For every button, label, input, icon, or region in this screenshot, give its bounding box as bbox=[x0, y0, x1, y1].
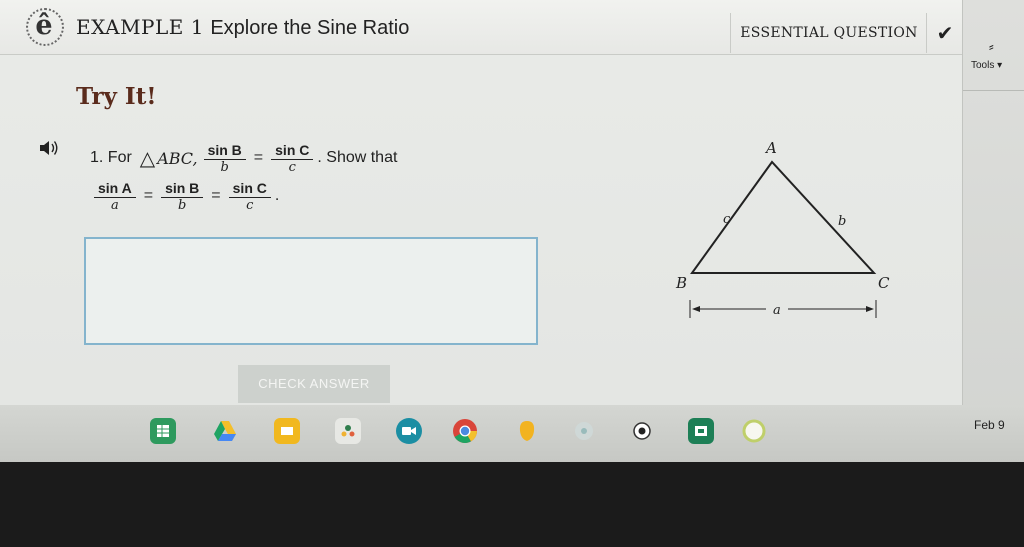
fraction-sinb-over-b: sin B b bbox=[161, 179, 204, 213]
keep-app-icon[interactable] bbox=[514, 418, 540, 444]
taskbar-shelf: Feb 9 bbox=[0, 405, 1024, 462]
drive-app-icon[interactable] bbox=[212, 418, 238, 444]
speaker-icon[interactable] bbox=[38, 138, 60, 163]
problem-line-1: 1. For △ ABC, sin B b = sin C c . Show t… bbox=[90, 141, 397, 175]
app-logo-icon[interactable]: ê bbox=[26, 8, 64, 46]
fraction-sinb-over-b: sin B b bbox=[203, 141, 246, 175]
frac-den: b bbox=[178, 198, 187, 213]
side-a-label: a bbox=[773, 303, 781, 318]
arrow-right-icon bbox=[866, 306, 874, 312]
arrow-left-icon bbox=[692, 306, 700, 312]
title-example: EXAMPLE 1 bbox=[76, 15, 204, 39]
vertex-c-label: C bbox=[878, 274, 890, 292]
frac-num: sin B bbox=[161, 179, 204, 198]
triangle-name: ABC, bbox=[157, 148, 198, 168]
tools-panel: ⸗ Tools ▾ bbox=[962, 0, 1024, 462]
frac-num: sin A bbox=[94, 179, 136, 198]
logo-ring bbox=[26, 8, 64, 46]
tools-icon[interactable]: ⸗ bbox=[989, 38, 994, 55]
period: . bbox=[274, 187, 280, 204]
side-c-label: c bbox=[723, 212, 731, 227]
title-text: Explore the Sine Ratio bbox=[210, 17, 410, 39]
side-b-label: b bbox=[838, 214, 846, 229]
classroom-app-icon[interactable] bbox=[335, 418, 361, 444]
tools-divider bbox=[963, 90, 1024, 91]
check-answer-button[interactable]: CHECK ANSWER bbox=[238, 365, 390, 403]
problem-number: 1. For bbox=[90, 149, 132, 166]
frac-den: a bbox=[110, 198, 119, 213]
photos-app-icon[interactable] bbox=[571, 418, 597, 444]
frac-den: c bbox=[288, 160, 296, 175]
shelf-date[interactable]: Feb 9 bbox=[974, 418, 1005, 432]
fraction-sina-over-a: sin A a bbox=[94, 179, 136, 213]
answer-input[interactable] bbox=[84, 237, 538, 345]
fraction-sinc-over-c: sin C c bbox=[228, 179, 271, 213]
equals-sign: = bbox=[143, 187, 154, 204]
meet-app-icon[interactable] bbox=[396, 418, 422, 444]
lesson-content: Try It! 1. For △ ABC, sin B b = sin C c … bbox=[0, 55, 962, 405]
screencast-app-icon[interactable] bbox=[688, 418, 714, 444]
vertex-b-label: B bbox=[675, 274, 687, 292]
page-title: EXAMPLE 1 Explore the Sine Ratio bbox=[76, 15, 409, 40]
problem-suffix: . Show that bbox=[317, 149, 398, 166]
triangle-shape bbox=[690, 160, 877, 274]
camera-app-icon[interactable] bbox=[629, 418, 655, 444]
tools-menu-button[interactable]: Tools ▾ bbox=[971, 60, 1002, 71]
timer-app-icon[interactable] bbox=[741, 418, 767, 444]
fraction-sinc-over-c: sin C c bbox=[271, 141, 314, 175]
vertex-a-label: A bbox=[764, 139, 777, 157]
screen: ê EXAMPLE 1 Explore the Sine Ratio ESSEN… bbox=[0, 0, 1024, 462]
essential-question-button[interactable]: ESSENTIAL QUESTION bbox=[730, 13, 927, 53]
frac-den: b bbox=[220, 160, 229, 175]
frac-den: c bbox=[246, 198, 254, 213]
equals-sign: = bbox=[211, 187, 221, 204]
app-header: ê EXAMPLE 1 Explore the Sine Ratio ESSEN… bbox=[0, 0, 962, 55]
equals-sign: = bbox=[253, 149, 264, 166]
triangle-symbol: △ bbox=[139, 147, 156, 170]
frac-num: sin C bbox=[271, 141, 314, 160]
slides-app-icon[interactable] bbox=[274, 418, 300, 444]
chrome-app-icon[interactable] bbox=[452, 418, 478, 444]
triangle-diagram: A B C c b a bbox=[675, 139, 890, 318]
try-it-heading: Try It! bbox=[76, 83, 157, 110]
frac-num: sin B bbox=[203, 141, 246, 160]
problem-line-2: sin A a = sin B b = sin C c . bbox=[90, 179, 279, 213]
frac-num: sin C bbox=[228, 179, 271, 198]
check-icon[interactable]: ✔ bbox=[926, 13, 963, 53]
sheets-app-icon[interactable] bbox=[150, 418, 176, 444]
